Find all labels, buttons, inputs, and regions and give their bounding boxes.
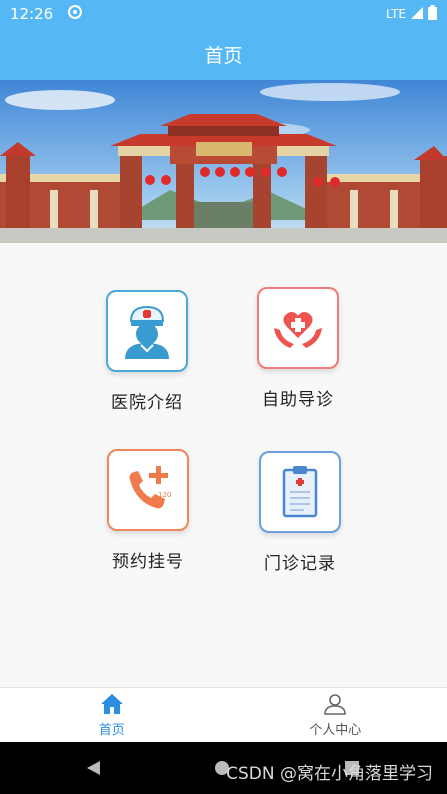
back-icon[interactable]	[86, 760, 102, 780]
battery-icon	[428, 5, 437, 23]
heart-hands-icon	[257, 287, 339, 369]
feature-hospital-intro[interactable]: 医院介绍	[87, 290, 207, 413]
feature-label: 医院介绍	[111, 393, 183, 413]
feature-outpatient-record[interactable]: 门诊记录	[240, 451, 360, 574]
home-icon	[100, 693, 124, 719]
signal-icon	[410, 6, 424, 23]
nurse-icon	[106, 290, 188, 372]
nav-label: 个人中心	[309, 722, 362, 738]
sync-icon	[67, 4, 83, 24]
person-icon	[323, 693, 347, 719]
feature-label: 门诊记录	[264, 554, 336, 574]
app-bar: 首页	[0, 28, 447, 80]
feature-appointment[interactable]: 120 预约挂号	[88, 449, 208, 572]
feature-self-triage[interactable]: 自助导诊	[238, 287, 358, 410]
status-bar: 12:26 LTE	[0, 0, 447, 28]
phone-number-text: 120	[158, 491, 171, 499]
feature-label: 预约挂号	[112, 552, 184, 572]
network-label: LTE	[386, 7, 406, 21]
system-nav-bar: CSDN @窝在小角落里学习	[0, 742, 447, 794]
nav-label: 首页	[98, 722, 125, 738]
nav-profile[interactable]: 个人中心	[224, 688, 447, 742]
clipboard-icon	[259, 451, 341, 533]
feature-grid: 医院介绍 自助导诊 120 预约挂号 门诊记录	[0, 243, 447, 687]
phone-plus-icon: 120	[107, 449, 189, 531]
page-title: 首页	[204, 44, 243, 67]
nav-home[interactable]: 首页	[0, 688, 224, 742]
status-time: 12:26	[10, 5, 54, 23]
banner-image	[0, 80, 447, 243]
watermark: CSDN @窝在小角落里学习	[226, 764, 433, 784]
bottom-nav: 首页 个人中心	[0, 687, 447, 742]
feature-label: 自助导诊	[262, 390, 334, 410]
